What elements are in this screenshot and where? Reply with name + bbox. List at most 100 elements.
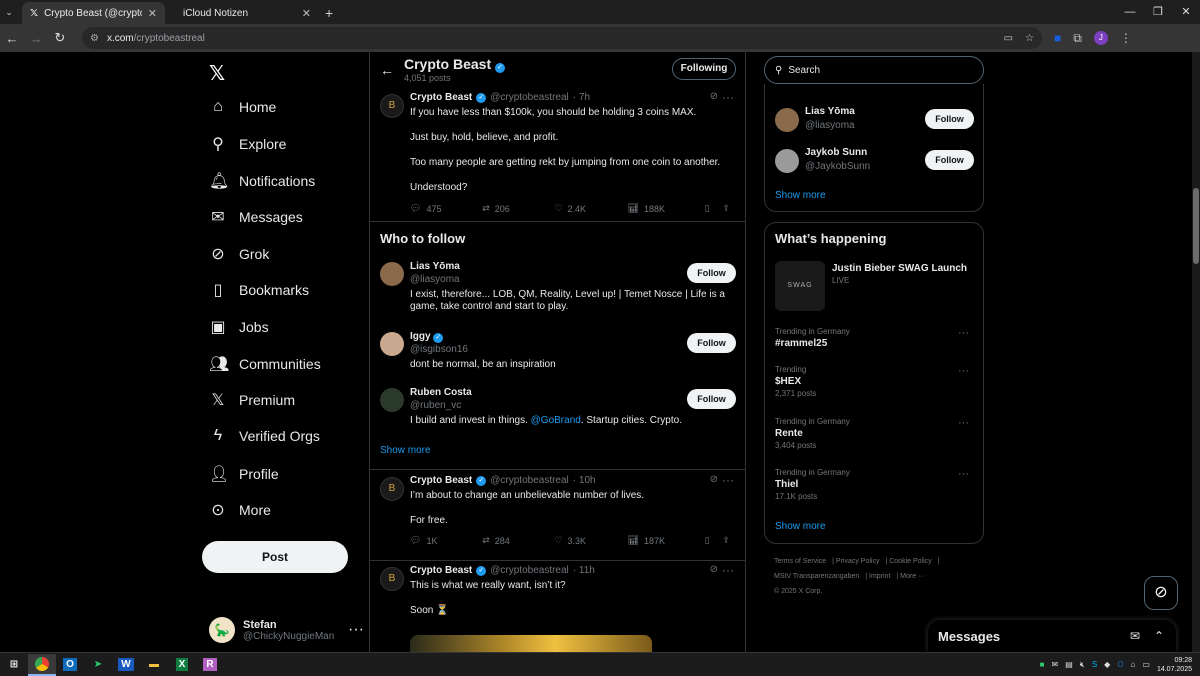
tweet[interactable]: B Crypto Beast ✓ @cryptobeastreal · 11h …	[370, 561, 745, 652]
windows-start-icon[interactable]: ⊞	[0, 654, 28, 676]
grok-icon[interactable]: ⊘	[710, 564, 718, 575]
minimize-icon[interactable]: —	[1116, 0, 1144, 24]
nav-home[interactable]: ⌂ Home	[209, 98, 276, 116]
reload-icon[interactable]: ↻	[48, 30, 72, 46]
language-icon[interactable]: ▭	[1142, 660, 1150, 669]
footer-link[interactable]: Privacy Policy	[836, 558, 880, 565]
restore-icon[interactable]: ❐	[1144, 0, 1172, 24]
author-name[interactable]: Crypto Beast	[410, 92, 472, 103]
views-button[interactable]: 📊︎ 188K	[628, 203, 705, 214]
bitwarden-icon[interactable]: ■	[1054, 31, 1061, 45]
tab-icloud-notes[interactable]: iCloud Notizen ✕	[169, 2, 319, 24]
nav-notifications[interactable]: 🔔︎ Notifications	[209, 171, 315, 191]
close-window-icon[interactable]: ✕	[1172, 0, 1200, 24]
site-info-icon[interactable]: ⚙	[90, 33, 99, 44]
scrollbar-thumb[interactable]	[1193, 188, 1199, 264]
author-handle[interactable]: @cryptobeastreal	[490, 92, 569, 103]
volume-icon[interactable]: 🔇︎	[1080, 660, 1085, 670]
tweet-time[interactable]: · 7h	[573, 92, 590, 103]
tray-app-icon[interactable]: ■	[1040, 660, 1045, 669]
file-explorer-icon[interactable]: ▬	[140, 654, 168, 676]
share-icon[interactable]: ⇪	[722, 535, 730, 546]
reply-button[interactable]: 💬︎ 1K	[410, 535, 482, 546]
chrome-icon[interactable]	[28, 653, 56, 676]
new-message-icon[interactable]: ✉	[1130, 629, 1140, 643]
following-button[interactable]: Following	[672, 58, 736, 80]
nav-profile[interactable]: 👤︎ Profile	[209, 464, 279, 484]
follow-button[interactable]: Follow	[687, 389, 736, 409]
follow-button[interactable]: Follow	[925, 109, 974, 129]
nav-verified-orgs[interactable]: ϟ Verified Orgs	[209, 427, 320, 445]
trend-item[interactable]: Trending in Germany #rammel25 ···	[775, 327, 975, 349]
x-logo-icon[interactable]: 𝕏	[209, 61, 225, 86]
word-icon[interactable]: W	[112, 654, 140, 676]
tweet[interactable]: B Crypto Beast ✓ @cryptobeastreal · 10h …	[370, 471, 745, 561]
more-dots-icon[interactable]: ···	[722, 563, 734, 577]
nav-premium[interactable]: 𝕏 Premium	[209, 390, 295, 410]
bookmark-icon[interactable]: ▯	[705, 203, 723, 214]
more-dots-icon[interactable]: ···	[958, 468, 969, 480]
footer-link[interactable]: MStV Transparenzangaben	[774, 573, 859, 580]
nav-jobs[interactable]: ▣ Jobs	[209, 317, 268, 337]
show-more-link[interactable]: Show more	[775, 521, 826, 532]
footer-link[interactable]: More ···	[900, 573, 925, 580]
trend-item[interactable]: Trending in Germany Rente 3,404 posts ··…	[775, 417, 975, 450]
skype-icon[interactable]: S	[1092, 660, 1097, 669]
grok-icon[interactable]: ⊘	[710, 91, 718, 102]
footer-link[interactable]: Terms of Service	[774, 558, 826, 565]
nav-more[interactable]: ⊙ More	[209, 500, 271, 520]
close-tab-icon[interactable]: ✕	[302, 7, 311, 20]
page-scrollbar[interactable]	[1192, 52, 1200, 652]
nav-bookmarks[interactable]: ▯ Bookmarks	[209, 280, 309, 300]
views-button[interactable]: 📊︎ 187K	[628, 535, 705, 546]
network-icon[interactable]: ⌂	[1131, 660, 1136, 669]
follow-button[interactable]: Follow	[687, 263, 736, 283]
show-more-link[interactable]: Show more	[775, 190, 826, 201]
more-dots-icon[interactable]: ···	[722, 90, 734, 104]
more-dots-icon[interactable]: ···	[722, 473, 734, 487]
cast-icon[interactable]: ▭	[1004, 33, 1013, 44]
bookmark-star-icon[interactable]: ☆	[1025, 33, 1034, 44]
follow-button[interactable]: Follow	[925, 150, 974, 170]
author-name[interactable]: Crypto Beast	[410, 565, 472, 576]
back-icon[interactable]: ←	[0, 31, 24, 46]
footer-link[interactable]: Cookie Policy	[889, 558, 931, 565]
author-handle[interactable]: @cryptobeastreal	[490, 475, 569, 486]
repost-button[interactable]: ⇄ 206	[482, 203, 554, 214]
send-app-icon[interactable]: ➤	[84, 654, 112, 676]
trend-item[interactable]: Trending $HEX 2,371 posts ···	[775, 365, 975, 398]
nav-grok[interactable]: ⊘ Grok	[209, 244, 269, 264]
grok-icon[interactable]: ⊘	[710, 474, 718, 485]
messages-dock[interactable]: Messages ✉ ⌃	[928, 620, 1176, 652]
like-button[interactable]: ♡ 2.4K	[554, 203, 627, 214]
grok-fab-icon[interactable]: ⊘	[1144, 576, 1178, 610]
close-tab-icon[interactable]: ✕	[148, 7, 157, 20]
event-thumbnail[interactable]: SWAG	[775, 261, 825, 311]
outlook-icon[interactable]: O	[56, 654, 84, 676]
chat-tray-icon[interactable]: ▤	[1065, 660, 1073, 669]
outlook-tray-icon[interactable]: O	[1117, 660, 1123, 669]
bookmark-icon[interactable]: ▯	[705, 535, 723, 546]
author-name[interactable]: Crypto Beast	[410, 475, 472, 486]
like-button[interactable]: ♡ 3.3K	[554, 535, 627, 546]
nav-communities[interactable]: 👥︎ Communities	[209, 354, 321, 374]
app-r-icon[interactable]: R	[196, 654, 224, 676]
share-icon[interactable]: ⇪	[722, 203, 730, 214]
mention-link[interactable]: @GoBrand	[531, 415, 581, 426]
author-handle[interactable]: @cryptobeastreal	[490, 565, 569, 576]
extensions-icon[interactable]: ⧉	[1073, 31, 1082, 46]
tab-crypto-beast[interactable]: 𝕏 Crypto Beast (@cryptobeastrea ✕	[22, 2, 165, 24]
tweet[interactable]: B Crypto Beast ✓ @cryptobeastreal · 7h ⊘…	[370, 88, 745, 222]
more-dots-icon[interactable]: ···	[958, 417, 969, 429]
post-button[interactable]: Post	[202, 541, 348, 573]
footer-link[interactable]: Imprint	[869, 573, 890, 580]
repost-button[interactable]: ⇄ 284	[482, 535, 554, 546]
event-title[interactable]: Justin Bieber SWAG Launch	[832, 263, 967, 274]
more-dots-icon[interactable]: ···	[958, 365, 969, 377]
search-input[interactable]: ⚲ Search	[764, 56, 984, 84]
show-more-link[interactable]: Show more	[380, 445, 431, 456]
address-bar[interactable]: ⚙ x.com/cryptobeastreal ▭ ☆	[82, 27, 1042, 49]
nav-explore[interactable]: ⚲ Explore	[209, 134, 286, 154]
excel-icon[interactable]: X	[168, 654, 196, 676]
browser-menu-icon[interactable]: ⋮	[1120, 31, 1132, 45]
